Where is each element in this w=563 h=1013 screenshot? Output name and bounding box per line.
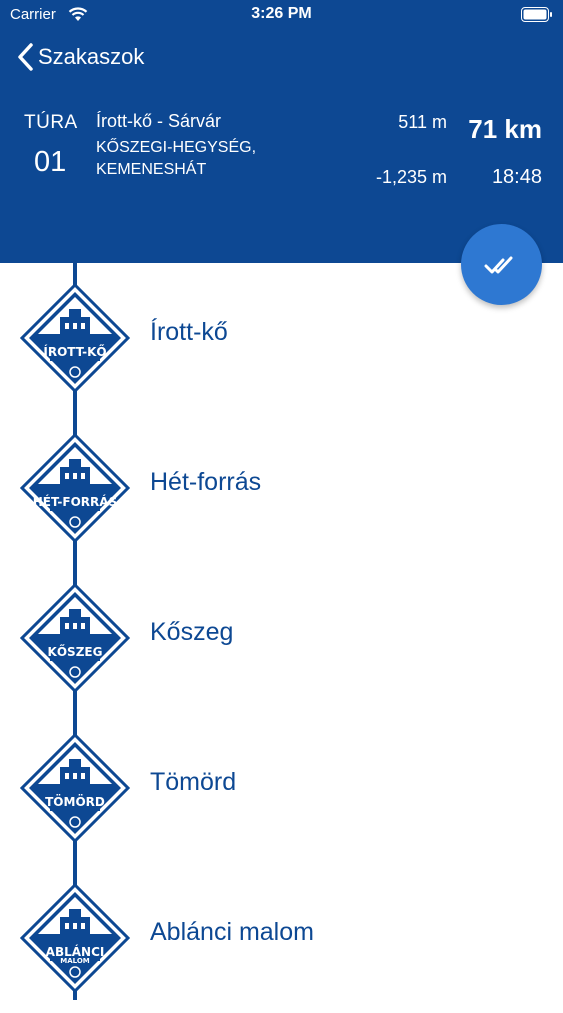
- clock: 3:26 PM: [251, 5, 312, 22]
- stage-badge-icon: ABLÁNCI MALOM: [20, 883, 130, 993]
- stage-badge-label: TÖMÖRD: [45, 794, 105, 809]
- stage-item[interactable]: KŐSZEG Kőszeg: [0, 563, 563, 713]
- stage-badge-label: ÍROTT-KŐ: [43, 344, 106, 359]
- chevron-left-icon: [18, 43, 33, 71]
- distance: 71 km: [468, 114, 542, 144]
- stage-item[interactable]: HÉT-FORRÁS Hét-forrás: [0, 413, 563, 563]
- battery-icon: [521, 7, 552, 22]
- stage-name: Tömörd: [150, 768, 237, 796]
- stage-badge-icon: KŐSZEG: [20, 583, 130, 693]
- stage-name: Hét-forrás: [150, 468, 262, 496]
- mark-complete-button[interactable]: [461, 224, 542, 305]
- stage-badge-icon: ÍROTT-KŐ: [20, 283, 130, 393]
- region-name: KŐSZEGI-HEGYSÉG, KEMENESHÁT: [96, 139, 257, 178]
- status-bar: Carrier 3:26 PM: [0, 0, 563, 30]
- double-check-icon: [484, 256, 512, 273]
- stage-badge-label: KŐSZEG: [48, 644, 103, 659]
- stage-badge-sub: MALOM: [60, 957, 90, 965]
- stage-badge-label: HÉT-FORRÁS: [33, 494, 117, 509]
- route-name: Írott-kő - Sárvár: [96, 111, 222, 131]
- back-label: Szakaszok: [38, 44, 145, 69]
- elevation-up: 511 m: [398, 112, 447, 132]
- duration: 18:48: [491, 166, 542, 188]
- stage-name: Kőszeg: [150, 618, 234, 646]
- stage-item[interactable]: TÖMÖRD Tömörd: [0, 713, 563, 863]
- tura-number: 01: [34, 146, 67, 178]
- stage-item[interactable]: ABLÁNCI MALOM Ablánci malom: [0, 863, 563, 1013]
- stage-name: Ablánci malom: [150, 918, 314, 946]
- elevation-down: -1,235 m: [375, 167, 447, 187]
- header-panel: Carrier 3:26 PM Szakaszok TÚRA 01 Írott-…: [0, 0, 563, 263]
- stage-badge-icon: TÖMÖRD: [20, 733, 130, 843]
- back-button[interactable]: Szakaszok: [16, 40, 144, 74]
- tura-label: TÚRA: [24, 112, 78, 133]
- stage-name: Írott-kő: [150, 318, 228, 346]
- stage-badge-icon: HÉT-FORRÁS: [20, 433, 130, 543]
